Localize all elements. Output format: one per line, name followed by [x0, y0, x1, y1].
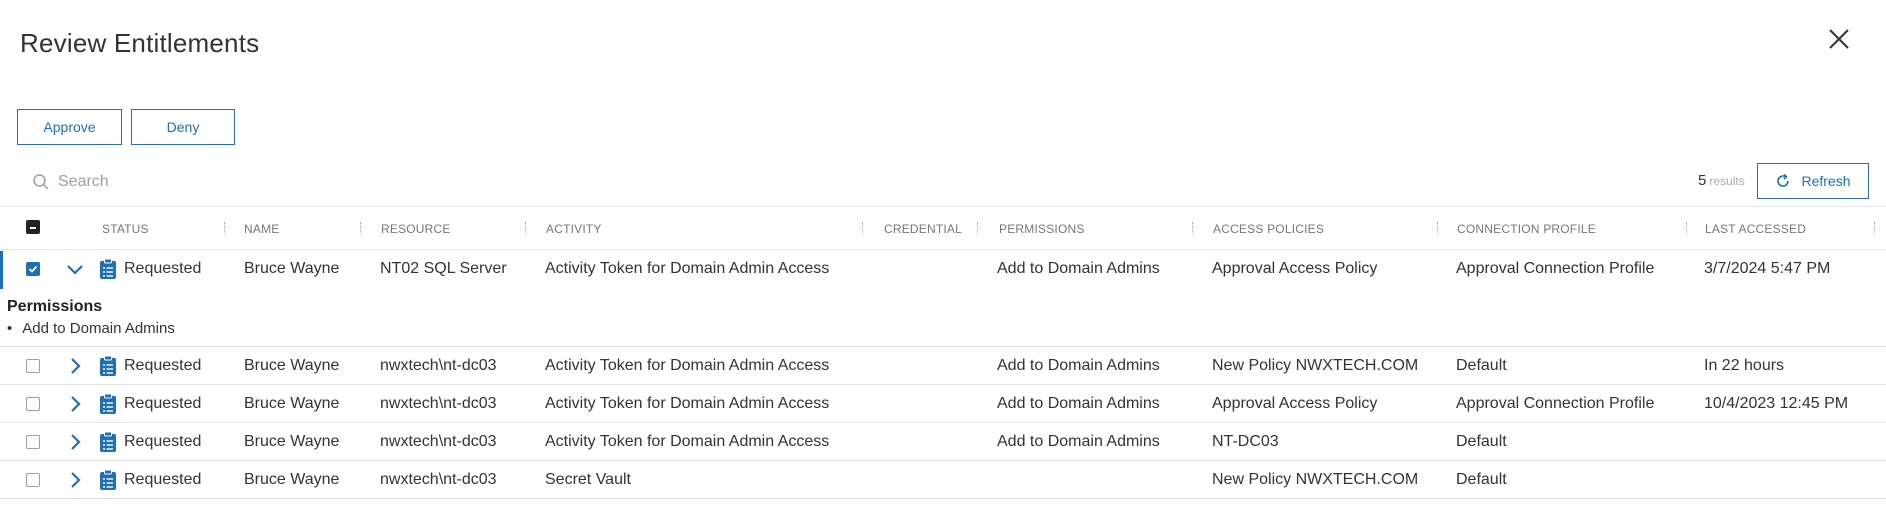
- select-all-checkbox[interactable]: [26, 220, 40, 234]
- row-activity: Secret Vault: [545, 471, 631, 488]
- row-resource: nwxtech\nt-dc03: [380, 433, 497, 450]
- row-name: Bruce Wayne: [244, 357, 340, 374]
- row-access-policy: Approval Access Policy: [1212, 260, 1378, 277]
- column-resize-handle[interactable]: [525, 222, 527, 234]
- column-header-credential[interactable]: CREDENTIAL: [884, 222, 962, 236]
- column-header-activity[interactable]: ACTIVITY: [546, 222, 602, 236]
- row-status: Requested: [124, 357, 202, 374]
- row-resource: nwxtech\nt-dc03: [380, 471, 497, 488]
- column-resize-handle[interactable]: [977, 222, 979, 234]
- clipboard-list-icon: [100, 431, 116, 452]
- results-number: 5: [1698, 172, 1707, 189]
- row-permissions: Add to Domain Admins: [997, 433, 1160, 450]
- clipboard-list-icon: [100, 393, 116, 414]
- close-icon[interactable]: [1826, 26, 1852, 52]
- chevron-right-icon[interactable]: [67, 433, 85, 451]
- column-header-last-accessed[interactable]: LAST ACCESSED: [1705, 222, 1806, 236]
- column-header-permissions[interactable]: PERMISSIONS: [999, 222, 1085, 236]
- row-connection-profile: Default: [1456, 471, 1507, 488]
- row-permissions: Add to Domain Admins: [997, 395, 1160, 412]
- row-checkbox[interactable]: [26, 397, 40, 411]
- row-status: Requested: [124, 433, 202, 450]
- refresh-label: Refresh: [1801, 173, 1851, 189]
- selected-row-indicator: [0, 251, 3, 289]
- clipboard-list-icon: [100, 469, 116, 490]
- row-status: Requested: [124, 395, 202, 412]
- row-activity: Activity Token for Domain Admin Access: [545, 395, 830, 412]
- approve-button[interactable]: Approve: [17, 109, 122, 145]
- chevron-right-icon[interactable]: [67, 471, 85, 489]
- expanded-permissions-title: Permissions: [7, 298, 103, 315]
- column-header-connection-profile[interactable]: CONNECTION PROFILE: [1457, 222, 1596, 236]
- column-resize-handle[interactable]: [1192, 222, 1194, 234]
- row-last-accessed: 3/7/2024 5:47 PM: [1704, 260, 1831, 277]
- row-checkbox[interactable]: [26, 435, 40, 449]
- row-last-accessed: 10/4/2023 12:45 PM: [1704, 395, 1849, 412]
- row-access-policy: New Policy NWXTECH.COM: [1212, 357, 1419, 374]
- row-checkbox[interactable]: [26, 359, 40, 373]
- column-resize-handle[interactable]: [224, 222, 226, 234]
- search-icon: [33, 174, 49, 190]
- row-checkbox[interactable]: [26, 262, 40, 276]
- row-resource: NT02 SQL Server: [380, 260, 507, 277]
- row-access-policy: Approval Access Policy: [1212, 395, 1378, 412]
- column-resize-handle[interactable]: [862, 222, 864, 234]
- refresh-icon: [1777, 173, 1790, 187]
- column-header-access-policies[interactable]: ACCESS POLICIES: [1213, 222, 1324, 236]
- clipboard-list-icon: [100, 258, 116, 279]
- row-divider: [0, 384, 1886, 385]
- row-activity: Activity Token for Domain Admin Access: [545, 357, 830, 374]
- row-connection-profile: Default: [1456, 357, 1507, 374]
- chevron-right-icon[interactable]: [67, 357, 85, 375]
- header-divider: [0, 249, 1886, 250]
- column-header-resource[interactable]: RESOURCE: [381, 222, 451, 236]
- refresh-button[interactable]: Refresh: [1757, 163, 1869, 199]
- row-divider: [0, 460, 1886, 461]
- row-access-policy: NT-DC03: [1212, 433, 1279, 450]
- row-checkbox[interactable]: [26, 473, 40, 487]
- chevron-down-icon[interactable]: [66, 261, 84, 279]
- results-label: results: [1709, 174, 1745, 188]
- row-connection-profile: Approval Connection Profile: [1456, 395, 1655, 412]
- row-resource: nwxtech\nt-dc03: [380, 357, 497, 374]
- row-connection-profile: Default: [1456, 433, 1507, 450]
- row-resource: nwxtech\nt-dc03: [380, 395, 497, 412]
- dialog-title: Review Entitlements: [20, 28, 260, 58]
- deny-button[interactable]: Deny: [131, 109, 235, 145]
- row-divider: [0, 346, 1886, 347]
- row-name: Bruce Wayne: [244, 260, 340, 277]
- row-divider: [0, 498, 1886, 499]
- row-status: Requested: [124, 471, 202, 488]
- row-permissions: Add to Domain Admins: [997, 260, 1160, 277]
- row-last-accessed: In 22 hours: [1704, 357, 1785, 374]
- row-permissions: Add to Domain Admins: [997, 357, 1160, 374]
- row-name: Bruce Wayne: [244, 433, 340, 450]
- clipboard-list-icon: [100, 355, 116, 376]
- results-count: 5 results: [1698, 172, 1745, 189]
- search-bar: [17, 167, 617, 197]
- chevron-right-icon[interactable]: [67, 395, 85, 413]
- column-header-status[interactable]: STATUS: [102, 222, 149, 236]
- checkmark-icon: [28, 265, 38, 273]
- row-activity: Activity Token for Domain Admin Access: [545, 433, 830, 450]
- row-divider: [0, 422, 1886, 423]
- column-resize-handle[interactable]: [1437, 222, 1439, 234]
- row-name: Bruce Wayne: [244, 395, 340, 412]
- row-connection-profile: Approval Connection Profile: [1456, 260, 1655, 277]
- column-header-name[interactable]: NAME: [244, 222, 279, 236]
- column-resize-handle[interactable]: [1874, 222, 1876, 234]
- row-name: Bruce Wayne: [244, 471, 340, 488]
- expanded-permission-item: Add to Domain Admins: [7, 320, 175, 337]
- column-resize-handle[interactable]: [360, 222, 362, 234]
- column-resize-handle[interactable]: [1686, 222, 1688, 234]
- row-access-policy: New Policy NWXTECH.COM: [1212, 471, 1419, 488]
- row-status: Requested: [124, 260, 202, 277]
- search-input[interactable]: [58, 173, 458, 191]
- row-activity: Activity Token for Domain Admin Access: [545, 260, 830, 277]
- table-top-divider: [0, 206, 1886, 207]
